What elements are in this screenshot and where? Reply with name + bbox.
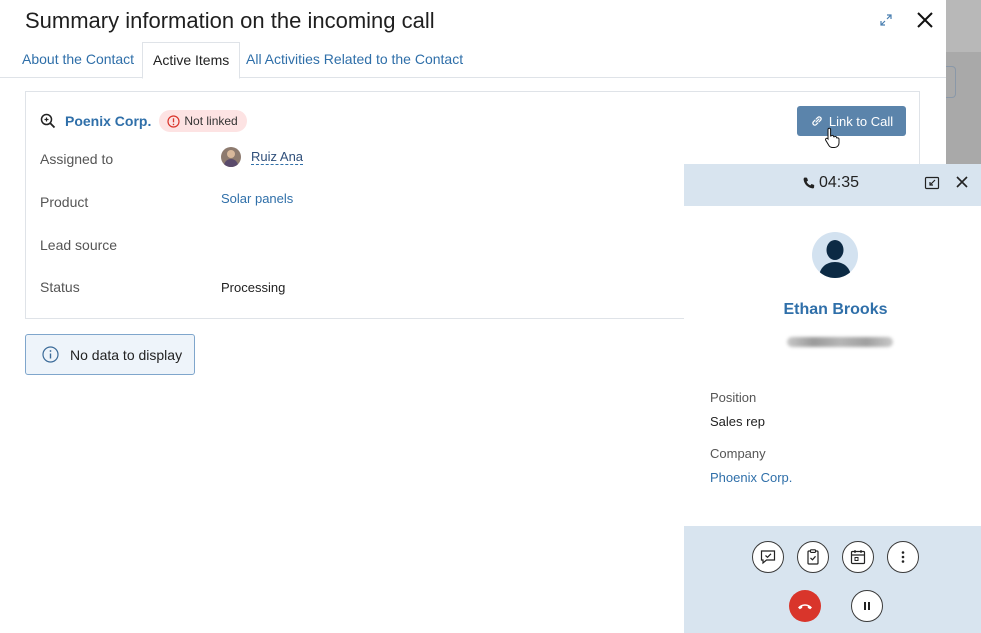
- field-label-product: Product: [40, 194, 89, 210]
- background-header: [946, 0, 981, 52]
- link-icon: [812, 116, 822, 126]
- tab-bar: About the Contact Active Items All Activ…: [0, 42, 946, 79]
- caller-name[interactable]: Ethan Brooks: [684, 301, 981, 319]
- link-to-call-label: Link to Call: [828, 113, 894, 129]
- zoom-search-icon[interactable]: [40, 113, 56, 129]
- comment-icon: [760, 550, 776, 565]
- info-icon: [42, 346, 59, 363]
- status-badge: Not linked: [159, 110, 247, 132]
- field-label-status: Status: [40, 279, 80, 295]
- tab-all-activities[interactable]: All Activities Related to the Contact: [236, 42, 473, 78]
- position-label: Position: [710, 390, 757, 405]
- link-to-call-button[interactable]: Link to Call: [797, 106, 906, 136]
- more-vertical-icon: [901, 551, 905, 563]
- company-value-link[interactable]: Phoenix Corp.: [710, 470, 792, 485]
- assignee-name: Ruiz Ana: [251, 149, 304, 165]
- expand-icon[interactable]: [878, 12, 894, 28]
- more-button[interactable]: [887, 541, 919, 573]
- call-close-icon[interactable]: [955, 175, 969, 189]
- hangup-icon: [798, 604, 812, 610]
- call-actions: [684, 526, 981, 633]
- phone-icon: [803, 177, 815, 189]
- alert-circle-icon: [167, 114, 180, 128]
- company-label: Company: [710, 446, 766, 461]
- user-silhouette-icon: [819, 240, 851, 278]
- field-label-assigned: Assigned to: [40, 151, 114, 167]
- status-value: Processing: [221, 280, 286, 295]
- blurred-phone-number: [787, 337, 893, 347]
- background-button: [946, 66, 956, 98]
- assignee[interactable]: Ruiz Ana: [221, 147, 304, 167]
- no-data-notice: No data to display: [25, 334, 195, 375]
- position-value: Sales rep: [710, 414, 765, 429]
- dialog-title: Summary information on the incoming call: [25, 8, 435, 33]
- no-data-text: No data to display: [70, 346, 183, 363]
- badge-label: Not linked: [184, 114, 238, 128]
- call-widget: 04:35 Ethan Brooks Position Sales rep Co…: [684, 164, 981, 633]
- comment-button[interactable]: [752, 541, 784, 573]
- product-link[interactable]: Solar panels: [221, 191, 293, 206]
- hangup-button[interactable]: [789, 590, 821, 622]
- caller-avatar: [812, 232, 858, 278]
- field-label-lead-source: Lead source: [40, 237, 118, 253]
- calendar-icon: [850, 550, 866, 565]
- close-icon[interactable]: [915, 10, 935, 30]
- pause-icon: [864, 602, 870, 610]
- company-link[interactable]: Poenix Corp.: [65, 113, 151, 129]
- hold-button[interactable]: [851, 590, 883, 622]
- task-button[interactable]: [797, 541, 829, 573]
- calendar-button[interactable]: [842, 541, 874, 573]
- call-timer: 04:35: [802, 174, 859, 192]
- call-timer-value: 04:35: [819, 174, 860, 191]
- minimize-window-icon[interactable]: [924, 175, 940, 191]
- call-header: 04:35: [684, 164, 981, 206]
- tab-active-items[interactable]: Active Items: [142, 42, 241, 79]
- avatar: [221, 147, 241, 167]
- card-header: Poenix Corp. Not linked: [40, 109, 247, 133]
- tab-about-contact[interactable]: About the Contact: [12, 42, 144, 78]
- clipboard-check-icon: [807, 549, 819, 565]
